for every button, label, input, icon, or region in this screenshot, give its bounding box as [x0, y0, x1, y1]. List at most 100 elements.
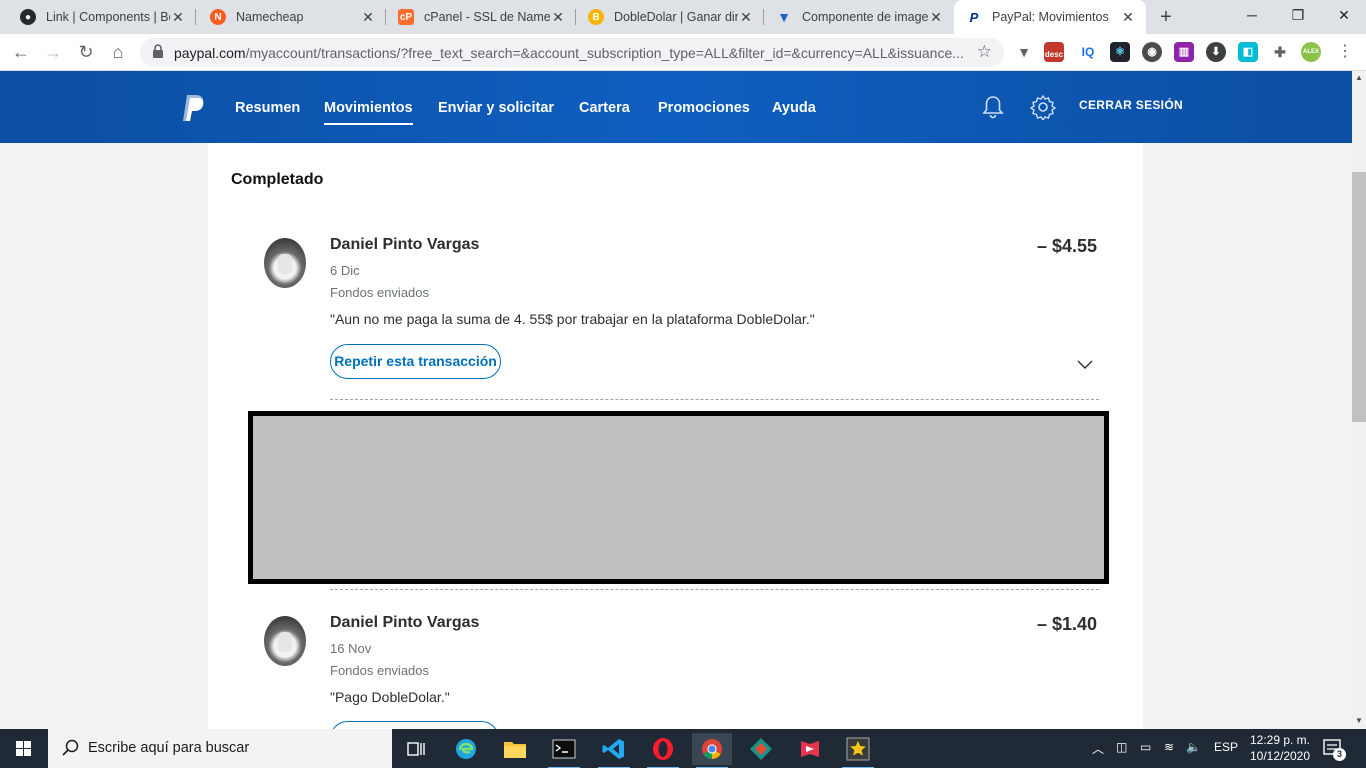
vscode-icon[interactable]: [594, 733, 634, 768]
browser-tab-github[interactable]: ● Link | Components | Bo ✕: [8, 0, 196, 34]
star-app-icon[interactable]: [838, 733, 878, 768]
cpanel-icon: cP: [398, 9, 414, 25]
chevron-down-icon[interactable]: [1076, 358, 1094, 370]
transaction-name[interactable]: Daniel Pinto Vargas: [330, 614, 479, 632]
tray-chevron-up-icon[interactable]: ︿: [1092, 740, 1104, 757]
transaction-name[interactable]: Daniel Pinto Vargas: [330, 236, 479, 254]
profile-avatar-icon[interactable]: ALEX: [1301, 42, 1321, 62]
gitkraken-icon[interactable]: [741, 733, 781, 765]
repeat-transaction-button[interactable]: Repetir esta transacción: [330, 344, 501, 379]
paypal-icon: P: [969, 9, 979, 25]
restore-button[interactable]: ❐: [1275, 0, 1321, 32]
paypal-logo-icon[interactable]: [181, 93, 207, 123]
new-tab-button[interactable]: +: [1154, 5, 1178, 29]
wifi-icon[interactable]: ≋: [1164, 740, 1174, 754]
windows-start-icon[interactable]: [0, 729, 48, 768]
forward-arrow-icon[interactable]: →: [42, 41, 64, 63]
transaction-date: 6 Dic: [330, 263, 360, 278]
screenshot-icon[interactable]: ◧: [1238, 42, 1258, 62]
clock-time: 12:29 p. m.: [1249, 733, 1311, 747]
nav-ayuda[interactable]: Ayuda: [772, 100, 816, 116]
close-icon[interactable]: ✕: [550, 9, 566, 26]
tab-title: DobleDolar | Ganar dine: [614, 10, 738, 24]
task-view-icon[interactable]: [396, 733, 436, 765]
taskbar-clock[interactable]: 12:29 p. m. 10/12/2020: [1245, 732, 1315, 764]
address-bar[interactable]: paypal.com/myaccount/transactions/?free_…: [140, 38, 1004, 67]
minimize-button[interactable]: ─: [1229, 0, 1275, 32]
tab-title: PayPal: Movimientos: [992, 10, 1109, 24]
repeat-transaction-button-partial[interactable]: [330, 721, 499, 729]
close-icon[interactable]: ✕: [738, 9, 754, 26]
tab-title: Link | Components | Bo: [46, 10, 170, 24]
browser-tab-paypal[interactable]: P PayPal: Movimientos ✕: [954, 0, 1146, 34]
scroll-down-icon[interactable]: ▼: [1352, 714, 1366, 728]
browser-tab-dobledolar[interactable]: B DobleDolar | Ganar dine ✕: [576, 0, 764, 34]
scroll-up-icon[interactable]: ▲: [1352, 71, 1366, 85]
tab-title: cPanel - SSL de Namech: [424, 10, 550, 24]
analytics-icon[interactable]: ▥: [1174, 42, 1194, 62]
iq-icon[interactable]: IQ: [1078, 42, 1098, 62]
download-icon[interactable]: ⬇: [1206, 42, 1226, 62]
close-icon[interactable]: ✕: [360, 9, 376, 26]
back-arrow-icon[interactable]: ←: [10, 41, 32, 63]
search-placeholder: Escribe aquí para buscar: [88, 740, 250, 756]
divider: [330, 589, 1099, 590]
volume-icon[interactable]: 🔈: [1186, 740, 1201, 754]
opera-icon[interactable]: [643, 733, 683, 768]
transaction-note: "Aun no me paga la suma de 4. 55$ por tr…: [330, 311, 815, 327]
windows-taskbar: Escribe aquí para buscar ︿ ◫ ▭ ≋ 🔈 ESP 1…: [0, 729, 1366, 768]
home-icon[interactable]: ⌂: [107, 41, 129, 63]
close-icon[interactable]: ✕: [928, 9, 944, 26]
close-icon[interactable]: ✕: [1120, 9, 1136, 26]
edge-icon[interactable]: [446, 733, 486, 765]
browser-toolbar: ← → ↻ ⌂ paypal.com/myaccount/transaction…: [0, 34, 1366, 71]
terminal-icon[interactable]: [544, 733, 584, 768]
battery-icon[interactable]: ▭: [1140, 740, 1151, 754]
extensions-puzzle-icon[interactable]: ✚: [1270, 42, 1290, 62]
nav-movimientos[interactable]: Movimientos: [324, 100, 413, 125]
gear-icon[interactable]: [1029, 94, 1057, 122]
chrome-icon[interactable]: [692, 733, 732, 768]
transaction-date: 16 Nov: [330, 641, 372, 656]
avatar: [264, 238, 306, 288]
chrome-menu-icon[interactable]: ⋮: [1334, 41, 1356, 63]
tab-title: Componente de image: [802, 10, 928, 24]
language-indicator[interactable]: ESP: [1214, 740, 1238, 754]
close-window-button[interactable]: ✕: [1321, 0, 1366, 32]
paypal-header: Resumen Movimientos Enviar y solicitar C…: [0, 71, 1352, 143]
bookmark-star-icon[interactable]: ☆: [977, 42, 992, 62]
video-editor-icon[interactable]: [790, 733, 830, 765]
close-icon[interactable]: ✕: [170, 9, 186, 26]
nav-resumen[interactable]: Resumen: [235, 100, 300, 116]
clock-date: 10/12/2020: [1249, 749, 1311, 763]
browser-tab-cpanel[interactable]: cP cPanel - SSL de Namech ✕: [386, 0, 576, 34]
taskbar-search[interactable]: Escribe aquí para buscar: [48, 729, 392, 768]
vuetify-icon: ▼: [777, 9, 791, 25]
notification-badge: 3: [1333, 748, 1346, 761]
browser-tab-strip: ● Link | Components | Bo ✕ N Namecheap ✕…: [0, 0, 1366, 34]
browser-tab-vuetify[interactable]: ▼ Componente de image ✕: [764, 0, 954, 34]
nav-cartera[interactable]: Cartera: [579, 100, 630, 116]
scrollbar-thumb[interactable]: [1352, 172, 1366, 422]
desc-icon[interactable]: desc: [1044, 42, 1064, 62]
url-host: paypal.com: [174, 45, 246, 61]
logout-link[interactable]: CERRAR SESIÓN: [1079, 98, 1183, 112]
vue-devtools-icon[interactable]: ▼: [1014, 42, 1034, 62]
nav-promociones[interactable]: Promociones: [658, 100, 750, 116]
bitcoin-icon: B: [588, 9, 604, 25]
browser-tab-namecheap[interactable]: N Namecheap ✕: [198, 0, 386, 34]
react-devtools-icon[interactable]: ⚛: [1110, 42, 1130, 62]
nav-enviar-y-solicitar[interactable]: Enviar y solicitar: [438, 100, 554, 116]
meet-now-icon[interactable]: ◫: [1116, 740, 1127, 754]
bell-icon[interactable]: [981, 94, 1007, 120]
avatar: [264, 616, 306, 666]
reload-icon[interactable]: ↻: [75, 41, 97, 63]
wappalyzer-icon[interactable]: ◉: [1142, 42, 1162, 62]
transaction-amount: – $1.40: [1036, 614, 1097, 634]
lock-icon: [152, 44, 168, 60]
file-explorer-icon[interactable]: [495, 733, 535, 765]
section-title: Completado: [231, 171, 324, 188]
namecheap-icon: N: [210, 9, 226, 25]
divider: [330, 399, 1099, 400]
action-center-icon[interactable]: 3: [1322, 737, 1346, 761]
